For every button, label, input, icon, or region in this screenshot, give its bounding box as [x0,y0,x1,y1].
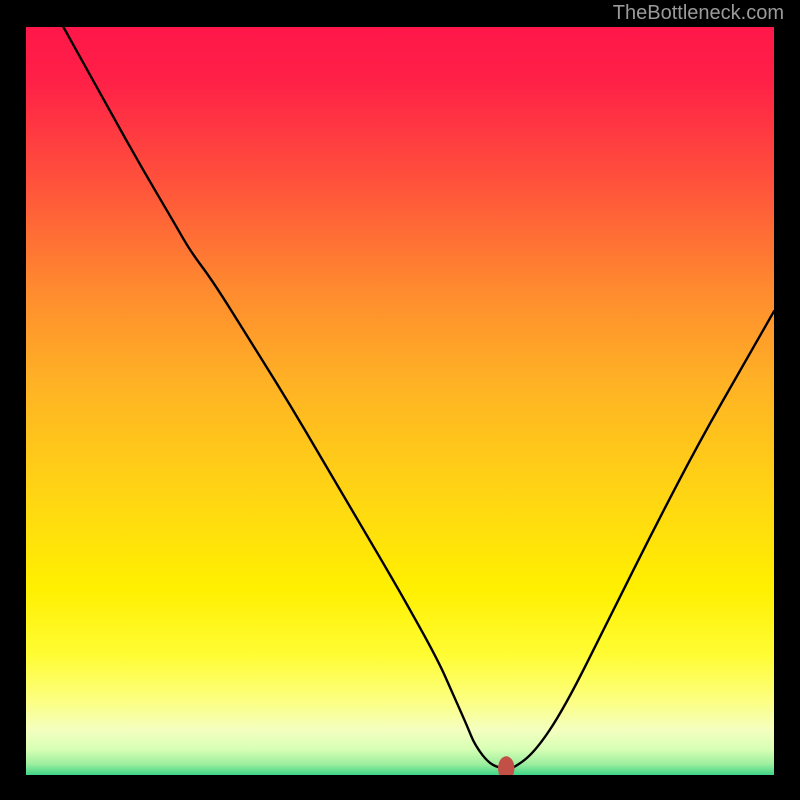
watermark-text: TheBottleneck.com [613,2,784,25]
chart-frame: TheBottleneck.com [0,0,800,800]
plot-area [26,27,774,775]
gradient-background [26,27,774,775]
bottleneck-chart [26,27,774,775]
